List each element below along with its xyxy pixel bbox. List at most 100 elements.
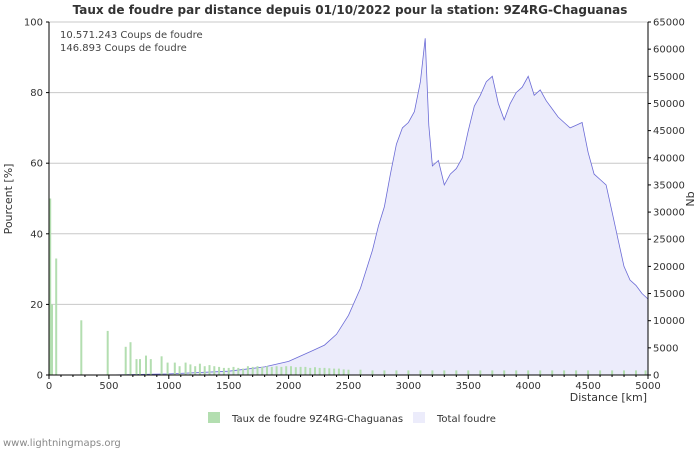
rate-bar — [347, 369, 350, 375]
rate-bar — [359, 369, 362, 375]
rate-bar — [106, 330, 109, 375]
rate-bar — [419, 370, 422, 375]
rate-bar — [242, 368, 245, 375]
rate-bar — [527, 370, 530, 375]
rate-bar — [251, 366, 254, 375]
rate-bar — [455, 370, 458, 375]
rate-bar — [551, 370, 554, 375]
rate-bar — [145, 355, 147, 375]
rate-bar — [431, 370, 434, 375]
y-right-tick-label: 55000 — [653, 72, 685, 83]
y-right-tick-label: 10000 — [653, 316, 685, 327]
rate-bar — [173, 362, 176, 375]
x-tick-label: 4000 — [515, 381, 540, 392]
x-tick-label: 1000 — [156, 381, 181, 392]
rate-bar — [371, 370, 374, 375]
rate-bar — [443, 370, 446, 375]
chart-title: Taux de foudre par distance depuis 01/10… — [73, 3, 628, 17]
rate-bar — [563, 370, 566, 375]
rate-bar — [222, 367, 225, 375]
y-left-tick-label: 80 — [30, 88, 43, 99]
rate-bar — [467, 370, 470, 375]
rate-bar — [290, 366, 292, 375]
rate-bar — [275, 366, 278, 375]
rate-bar — [189, 364, 192, 375]
y-right-tick-label: 35000 — [653, 180, 685, 191]
rate-bar — [129, 342, 132, 375]
x-tick-label: 2000 — [276, 381, 301, 392]
rate-bar — [314, 367, 316, 375]
rate-bar — [515, 370, 518, 375]
x-tick-label: 500 — [99, 381, 118, 392]
rate-bar — [51, 304, 53, 375]
legend-swatch-total — [413, 412, 425, 423]
rate-bar — [135, 359, 138, 375]
rate-bar — [623, 370, 625, 375]
rate-bar — [587, 370, 590, 375]
rate-bar — [644, 370, 647, 375]
rate-bar — [479, 370, 482, 375]
rate-bar — [575, 370, 578, 375]
x-tick-labels: 0 500 1000 1500 2000 2500 3000 3500 4000 4500 5000 — [46, 375, 661, 392]
rate-bar — [218, 366, 221, 375]
rate-bar — [266, 366, 268, 375]
rate-bar — [333, 368, 336, 375]
rate-bar — [149, 359, 152, 375]
annotation-station: 146.893 Coups de foudre — [60, 43, 187, 54]
rate-bar — [160, 356, 163, 375]
legend-label-rate: Taux de foudre 9Z4RG-Chaguanas — [231, 414, 403, 425]
rate-bar — [203, 366, 206, 375]
rate-bar — [213, 366, 216, 375]
rate-bar — [280, 366, 283, 375]
y-left-tick-label: 0 — [37, 371, 43, 382]
x-tick-label: 3000 — [396, 381, 421, 392]
y-right-tick-label: 45000 — [653, 126, 685, 137]
y-right-tick-label: 20000 — [653, 262, 685, 273]
rate-bar — [232, 366, 235, 375]
y-right-tick-label: 65000 — [653, 18, 685, 29]
rate-bar — [294, 367, 297, 375]
y-right-tick-label: 60000 — [653, 45, 685, 56]
rate-bar — [208, 365, 211, 375]
rate-bar — [55, 258, 58, 375]
y-right-tick-label: 5000 — [653, 343, 678, 354]
rate-bar — [270, 366, 273, 375]
rate-bar — [337, 368, 340, 375]
rate-bar — [194, 366, 197, 375]
rate-bar — [178, 366, 181, 375]
x-tick-label: 1500 — [216, 381, 241, 392]
rate-bar — [299, 366, 302, 375]
rate-bar — [309, 367, 312, 375]
x-tick-label: 3500 — [456, 381, 481, 392]
legend-label-total: Total foudre — [436, 414, 496, 425]
total-area-fill — [49, 38, 648, 376]
chart: Taux de foudre par distance depuis 01/10… — [2, 3, 697, 425]
y-left-tick-label: 100 — [24, 18, 43, 29]
y-right-tick-label: 30000 — [653, 208, 685, 219]
legend-swatch-rate — [208, 412, 220, 423]
rate-bar — [395, 370, 398, 375]
footer-credit: www.lightningmaps.org — [3, 438, 121, 449]
y-left-tick-label: 60 — [30, 159, 43, 170]
y-right-tick-label: 50000 — [653, 99, 685, 110]
rate-bar — [539, 370, 542, 375]
rate-bar — [599, 370, 602, 375]
y-left-tick-label: 20 — [30, 300, 43, 311]
rate-bar — [184, 362, 187, 375]
legend: Taux de foudre 9Z4RG-Chaguanas Total fou… — [208, 412, 496, 425]
rate-bar — [246, 366, 249, 375]
annotation-total: 10.571.243 Coups de foudre — [60, 30, 203, 41]
y-right-tick-label: 0 — [653, 371, 659, 382]
rate-bar — [304, 366, 307, 375]
total-area — [49, 38, 649, 376]
rate-bar — [342, 369, 345, 375]
rate-bar — [407, 370, 410, 375]
y-right-axis-label: Nb — [684, 191, 697, 206]
rate-bar — [237, 367, 240, 375]
y-right-tick-labels: 0 5000 10000 15000 20000 25000 30000 35000 40000… — [648, 18, 685, 382]
y-right-tick-label: 15000 — [653, 289, 685, 300]
x-axis-label: Distance [km] — [570, 391, 647, 404]
rate-bar — [383, 370, 386, 375]
rate-bar — [503, 370, 506, 375]
rate-bar — [611, 370, 614, 375]
